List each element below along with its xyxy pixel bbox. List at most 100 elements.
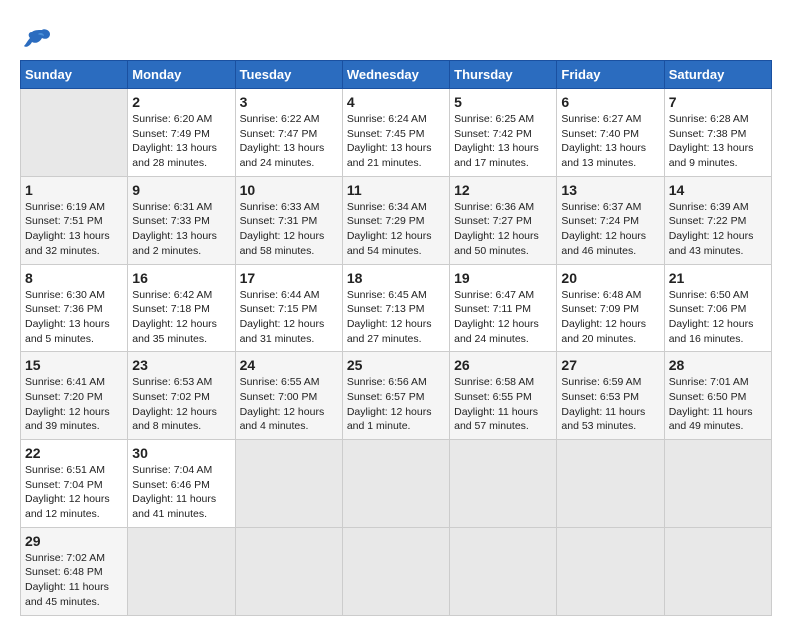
- day-info: Sunrise: 7:04 AM Sunset: 6:46 PM Dayligh…: [132, 463, 230, 522]
- calendar-table: SundayMondayTuesdayWednesdayThursdayFrid…: [20, 60, 772, 616]
- column-header-saturday: Saturday: [664, 61, 771, 89]
- day-number: 22: [25, 445, 123, 461]
- column-header-sunday: Sunday: [21, 61, 128, 89]
- calendar-week-1: 2 Sunrise: 6:20 AM Sunset: 7:49 PM Daylig…: [21, 89, 772, 177]
- day-number: 9: [132, 182, 230, 198]
- day-number: 7: [669, 94, 767, 110]
- day-number: 10: [240, 182, 338, 198]
- calendar-cell: [450, 527, 557, 615]
- day-info: Sunrise: 6:24 AM Sunset: 7:45 PM Dayligh…: [347, 112, 445, 171]
- column-header-friday: Friday: [557, 61, 664, 89]
- calendar-cell: [664, 527, 771, 615]
- day-number: 11: [347, 182, 445, 198]
- day-number: 20: [561, 270, 659, 286]
- calendar-week-5: 22 Sunrise: 6:51 AM Sunset: 7:04 PM Dayli…: [21, 440, 772, 528]
- column-header-wednesday: Wednesday: [342, 61, 449, 89]
- day-info: Sunrise: 7:01 AM Sunset: 6:50 PM Dayligh…: [669, 375, 767, 434]
- day-number: 6: [561, 94, 659, 110]
- calendar-cell: [557, 440, 664, 528]
- day-number: 1: [25, 182, 123, 198]
- day-number: 3: [240, 94, 338, 110]
- calendar-week-4: 15 Sunrise: 6:41 AM Sunset: 7:20 PM Dayli…: [21, 352, 772, 440]
- day-info: Sunrise: 6:22 AM Sunset: 7:47 PM Dayligh…: [240, 112, 338, 171]
- day-info: Sunrise: 6:39 AM Sunset: 7:22 PM Dayligh…: [669, 200, 767, 259]
- day-number: 15: [25, 357, 123, 373]
- day-number: 5: [454, 94, 552, 110]
- day-info: Sunrise: 6:19 AM Sunset: 7:51 PM Dayligh…: [25, 200, 123, 259]
- calendar-cell: 23Sunrise: 6:53 AM Sunset: 7:02 PM Dayli…: [128, 352, 235, 440]
- day-number: 2: [132, 94, 230, 110]
- calendar-cell: 24 Sunrise: 6:55 AM Sunset: 7:00 PM Dayli…: [235, 352, 342, 440]
- calendar-cell: 1 Sunrise: 6:19 AM Sunset: 7:51 PM Daylig…: [21, 176, 128, 264]
- calendar-cell: 21Sunrise: 6:50 AM Sunset: 7:06 PM Dayli…: [664, 264, 771, 352]
- calendar-cell: 9Sunrise: 6:31 AM Sunset: 7:33 PM Daylig…: [128, 176, 235, 264]
- calendar-cell: [21, 89, 128, 177]
- calendar-cell: 20 Sunrise: 6:48 AM Sunset: 7:09 PM Dayli…: [557, 264, 664, 352]
- day-info: Sunrise: 6:59 AM Sunset: 6:53 PM Dayligh…: [561, 375, 659, 434]
- day-info: Sunrise: 6:51 AM Sunset: 7:04 PM Dayligh…: [25, 463, 123, 522]
- day-number: 13: [561, 182, 659, 198]
- day-number: 27: [561, 357, 659, 373]
- logo: [20, 28, 52, 50]
- calendar-cell: 26Sunrise: 6:58 AM Sunset: 6:55 PM Dayli…: [450, 352, 557, 440]
- calendar-cell: [664, 440, 771, 528]
- calendar-cell: [342, 440, 449, 528]
- calendar-cell: 17Sunrise: 6:44 AM Sunset: 7:15 PM Dayli…: [235, 264, 342, 352]
- day-number: 24: [240, 357, 338, 373]
- day-info: Sunrise: 6:50 AM Sunset: 7:06 PM Dayligh…: [669, 288, 767, 347]
- day-info: Sunrise: 6:33 AM Sunset: 7:31 PM Dayligh…: [240, 200, 338, 259]
- day-info: Sunrise: 6:36 AM Sunset: 7:27 PM Dayligh…: [454, 200, 552, 259]
- calendar-cell: [128, 527, 235, 615]
- calendar-cell: [342, 527, 449, 615]
- calendar-week-6: 29 Sunrise: 7:02 AM Sunset: 6:48 PM Dayli…: [21, 527, 772, 615]
- day-info: Sunrise: 6:45 AM Sunset: 7:13 PM Dayligh…: [347, 288, 445, 347]
- calendar-cell: 11 Sunrise: 6:34 AM Sunset: 7:29 PM Dayli…: [342, 176, 449, 264]
- calendar-cell: 12Sunrise: 6:36 AM Sunset: 7:27 PM Dayli…: [450, 176, 557, 264]
- day-info: Sunrise: 6:47 AM Sunset: 7:11 PM Dayligh…: [454, 288, 552, 347]
- calendar-cell: 29 Sunrise: 7:02 AM Sunset: 6:48 PM Dayli…: [21, 527, 128, 615]
- day-info: Sunrise: 6:37 AM Sunset: 7:24 PM Dayligh…: [561, 200, 659, 259]
- calendar-cell: 28 Sunrise: 7:01 AM Sunset: 6:50 PM Dayli…: [664, 352, 771, 440]
- calendar-header-row: SundayMondayTuesdayWednesdayThursdayFrid…: [21, 61, 772, 89]
- day-info: Sunrise: 6:27 AM Sunset: 7:40 PM Dayligh…: [561, 112, 659, 171]
- calendar-cell: 19Sunrise: 6:47 AM Sunset: 7:11 PM Dayli…: [450, 264, 557, 352]
- day-number: 30: [132, 445, 230, 461]
- calendar-cell: 10 Sunrise: 6:33 AM Sunset: 7:31 PM Dayli…: [235, 176, 342, 264]
- calendar-cell: 4 Sunrise: 6:24 AM Sunset: 7:45 PM Daylig…: [342, 89, 449, 177]
- calendar-cell: 7 Sunrise: 6:28 AM Sunset: 7:38 PM Daylig…: [664, 89, 771, 177]
- day-number: 25: [347, 357, 445, 373]
- calendar-cell: [235, 440, 342, 528]
- day-info: Sunrise: 6:56 AM Sunset: 6:57 PM Dayligh…: [347, 375, 445, 434]
- calendar-cell: 15 Sunrise: 6:41 AM Sunset: 7:20 PM Dayli…: [21, 352, 128, 440]
- calendar-cell: 3 Sunrise: 6:22 AM Sunset: 7:47 PM Daylig…: [235, 89, 342, 177]
- day-number: 28: [669, 357, 767, 373]
- column-header-monday: Monday: [128, 61, 235, 89]
- day-info: Sunrise: 6:20 AM Sunset: 7:49 PM Dayligh…: [132, 112, 230, 171]
- day-info: Sunrise: 6:48 AM Sunset: 7:09 PM Dayligh…: [561, 288, 659, 347]
- calendar-cell: 25 Sunrise: 6:56 AM Sunset: 6:57 PM Dayli…: [342, 352, 449, 440]
- day-info: Sunrise: 6:58 AM Sunset: 6:55 PM Dayligh…: [454, 375, 552, 434]
- day-info: Sunrise: 7:02 AM Sunset: 6:48 PM Dayligh…: [25, 551, 123, 610]
- calendar-cell: 5Sunrise: 6:25 AM Sunset: 7:42 PM Daylig…: [450, 89, 557, 177]
- day-info: Sunrise: 6:53 AM Sunset: 7:02 PM Dayligh…: [132, 375, 230, 434]
- day-number: 17: [240, 270, 338, 286]
- day-info: Sunrise: 6:28 AM Sunset: 7:38 PM Dayligh…: [669, 112, 767, 171]
- day-info: Sunrise: 6:41 AM Sunset: 7:20 PM Dayligh…: [25, 375, 123, 434]
- calendar-cell: 22 Sunrise: 6:51 AM Sunset: 7:04 PM Dayli…: [21, 440, 128, 528]
- calendar-week-2: 1 Sunrise: 6:19 AM Sunset: 7:51 PM Daylig…: [21, 176, 772, 264]
- day-info: Sunrise: 6:34 AM Sunset: 7:29 PM Dayligh…: [347, 200, 445, 259]
- day-info: Sunrise: 6:55 AM Sunset: 7:00 PM Dayligh…: [240, 375, 338, 434]
- day-info: Sunrise: 6:30 AM Sunset: 7:36 PM Dayligh…: [25, 288, 123, 347]
- day-number: 4: [347, 94, 445, 110]
- calendar-cell: 13 Sunrise: 6:37 AM Sunset: 7:24 PM Dayli…: [557, 176, 664, 264]
- calendar-cell: 16 Sunrise: 6:42 AM Sunset: 7:18 PM Dayli…: [128, 264, 235, 352]
- day-info: Sunrise: 6:42 AM Sunset: 7:18 PM Dayligh…: [132, 288, 230, 347]
- day-number: 16: [132, 270, 230, 286]
- column-header-thursday: Thursday: [450, 61, 557, 89]
- calendar-cell: [557, 527, 664, 615]
- calendar-cell: 14Sunrise: 6:39 AM Sunset: 7:22 PM Dayli…: [664, 176, 771, 264]
- day-number: 29: [25, 533, 123, 549]
- page-header: [20, 20, 772, 50]
- calendar-cell: [450, 440, 557, 528]
- calendar-cell: 6 Sunrise: 6:27 AM Sunset: 7:40 PM Daylig…: [557, 89, 664, 177]
